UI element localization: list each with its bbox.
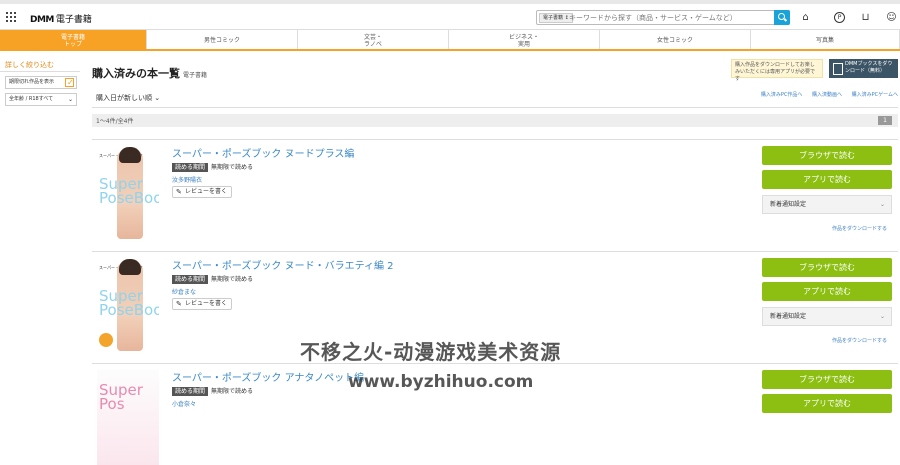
read-app-button[interactable]: アプリで読む	[762, 170, 892, 189]
download-work-link[interactable]: 作品をダウンロードする	[832, 337, 887, 344]
notify-settings-select[interactable]: 新着通知設定 ⌄	[762, 307, 892, 326]
link-videos[interactable]: 購入済動画へ	[812, 92, 842, 98]
points-icon[interactable]: P	[834, 12, 845, 23]
nav-accent-bar	[0, 49, 900, 51]
tab-womens-comic[interactable]: 女性コミック	[600, 30, 751, 51]
search-bar: 電子書籍 ↕	[536, 10, 790, 25]
write-review-button[interactable]: レビューを書く	[172, 298, 232, 310]
purchased-links: 購入済みPC作品へ 購入済動画へ 購入済みPCゲームへ	[753, 91, 898, 98]
period-tag: 読める期間	[172, 387, 209, 396]
tab-literature[interactable]: 文芸・ ラノベ	[298, 30, 449, 51]
filter-age-label: 全年齢 / R18すべて	[9, 96, 54, 102]
site-header: DMM電子書籍 電子書籍 ↕ ⌂ P ⊔ ☺	[0, 4, 900, 30]
sort-select[interactable]: 購入日が新しい順 ⌄	[96, 93, 160, 103]
page-title: 購入済みの本一覧 電子書籍	[92, 65, 207, 81]
book-title[interactable]: スーパー・ポーズブック アナタノペット編	[172, 369, 364, 384]
book-author[interactable]: 汝多野陽衣	[172, 175, 202, 184]
page-title-text: 購入済みの本一覧	[92, 67, 180, 80]
read-browser-button[interactable]: ブラウザで読む	[762, 258, 892, 277]
chevron-down-icon: ⌄	[879, 201, 885, 208]
watermark-text: 不移之火-动漫游戏美术资源	[300, 340, 562, 364]
book-title[interactable]: スーパー・ポーズブック ヌードプラス編	[172, 145, 354, 160]
book-cover[interactable]: スーパー・ポーズブック Super PoseBook	[97, 145, 159, 241]
filter-expired-toggle[interactable]: 期限切れ作品を表示	[5, 76, 77, 89]
period-line: 読める期間 無期限で読める	[172, 386, 253, 396]
site-logo[interactable]: DMM 電子書籍	[30, 12, 92, 25]
book-item: スーパー・ポーズブック Super PoseBook スーパー・ポーズブック ヌ…	[92, 139, 898, 249]
filter-sidebar: 詳しく絞り込む 期限切れ作品を表示 全年齢 / R18すべて ⌄	[0, 60, 80, 106]
filter-title: 詳しく絞り込む	[0, 60, 80, 72]
cover-title: Super PoseBook	[99, 175, 159, 207]
search-category-select[interactable]: 電子書籍 ↕	[539, 13, 573, 23]
tab-photobook[interactable]: 写真集	[751, 30, 900, 51]
period-value: 無期限で読める	[211, 276, 254, 283]
tab-mens-comic[interactable]: 男性コミック	[147, 30, 298, 51]
logo-sub: 電子書籍	[55, 15, 92, 25]
period-tag: 読める期間	[172, 163, 209, 172]
read-browser-button[interactable]: ブラウザで読む	[762, 370, 892, 389]
category-nav: 電子書籍 トップ 男性コミック 文芸・ ラノベ ビジネス・ 実用 女性コミック …	[0, 30, 900, 51]
filter-expired-label: 期限切れ作品を表示	[9, 79, 55, 85]
result-count-bar: 1〜4件/全4件 1	[92, 114, 898, 127]
sort-row: 購入日が新しい順 ⌄ 購入済みPC作品へ 購入済動画へ 購入済みPCゲームへ	[92, 86, 898, 108]
book-author[interactable]: 紗倉まな	[172, 287, 196, 296]
logo-text: DMM	[30, 15, 54, 25]
download-work-link[interactable]: 作品をダウンロードする	[832, 225, 887, 232]
tab-business[interactable]: ビジネス・ 実用	[449, 30, 600, 51]
period-tag: 読める期間	[172, 275, 209, 284]
search-input[interactable]	[569, 12, 771, 23]
filter-age-select[interactable]: 全年齢 / R18すべて ⌄	[5, 93, 77, 106]
cover-title: Super PoseBook	[99, 287, 159, 319]
period-value: 無期限で読める	[211, 388, 254, 395]
read-app-button[interactable]: アプリで読む	[762, 394, 892, 413]
notification-icon[interactable]: ⌂	[800, 12, 811, 23]
cover-title: Super Pos	[99, 381, 143, 413]
checkbox-icon[interactable]	[65, 77, 74, 88]
period-line: 読める期間 無期限で読める	[172, 162, 253, 172]
book-title[interactable]: スーパー・ポーズブック ヌード・バラエティ編 2	[172, 257, 394, 272]
cover-series: スーパー・ポーズブック	[99, 153, 143, 158]
notify-settings-select[interactable]: 新着通知設定 ⌄	[762, 195, 892, 214]
cart-icon[interactable]: ⊔	[860, 12, 871, 23]
read-browser-button[interactable]: ブラウザで読む	[762, 146, 892, 165]
user-icon[interactable]: ☺	[886, 12, 897, 23]
write-review-button[interactable]: レビューを書く	[172, 186, 232, 198]
page-number[interactable]: 1	[878, 116, 892, 125]
notify-label: 新着通知設定	[770, 201, 807, 208]
notify-label: 新着通知設定	[770, 313, 807, 320]
chevron-down-icon: ⌄	[879, 313, 885, 320]
chevron-down-icon: ⌄	[67, 96, 73, 103]
search-icon[interactable]	[774, 10, 790, 25]
cover-badge	[99, 333, 113, 347]
cover-series: スーパー・ポーズブック	[99, 265, 143, 270]
period-line: 読める期間 無期限で読める	[172, 274, 253, 284]
book-cover[interactable]: スーパー・ポーズブック Super PoseBook	[97, 257, 159, 353]
download-notice: 購入作品をダウンロードしてお楽しみいただくには専用アプリが必要です	[731, 59, 823, 82]
book-cover[interactable]: Super Pos	[97, 369, 159, 465]
book-author[interactable]: 小倉奈々	[172, 399, 196, 408]
link-pc-works[interactable]: 購入済みPC作品へ	[761, 92, 803, 98]
read-app-button[interactable]: アプリで読む	[762, 282, 892, 301]
result-count: 1〜4件/全4件	[96, 118, 134, 125]
link-pc-games[interactable]: 購入済みPCゲームへ	[852, 92, 898, 98]
tab-ebook-top[interactable]: 電子書籍 トップ	[0, 30, 147, 51]
period-value: 無期限で読める	[211, 164, 254, 171]
apps-grid-icon[interactable]	[6, 12, 16, 22]
watermark-url: www.byzhihuo.com	[348, 372, 534, 392]
download-app-button[interactable]: DMMブックスをダウンロード（無料）	[829, 59, 898, 78]
page-title-sub: 電子書籍	[183, 72, 208, 79]
